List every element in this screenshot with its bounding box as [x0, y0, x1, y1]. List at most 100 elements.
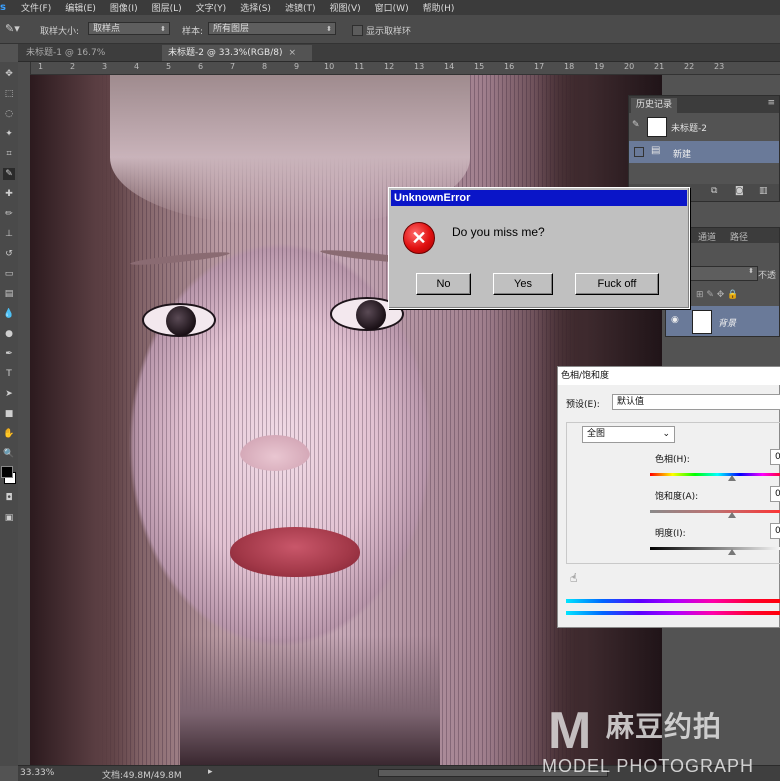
lock-icons[interactable]: ⊞ ✎ ✥ 🔒: [696, 290, 738, 300]
step-label: 新建: [673, 150, 692, 160]
camera-icon[interactable]: ◙: [735, 186, 744, 196]
iris: [166, 306, 196, 336]
tab-label: 未标题-2 @ 33.3%(RGB/8): [168, 48, 283, 58]
input-spectrum-bar: [566, 599, 780, 603]
path-select-tool-icon[interactable]: ➤: [3, 388, 15, 400]
output-spectrum-bar: [566, 611, 780, 615]
menu-help[interactable]: 帮助(H): [416, 1, 462, 14]
tab-paths[interactable]: 路径: [730, 230, 748, 243]
channel-value: 全图: [587, 429, 606, 439]
eyedropper-icon[interactable]: ✎▾: [5, 22, 20, 35]
fuck-off-button[interactable]: Fuck off: [575, 273, 659, 295]
eraser-tool-icon[interactable]: ▭: [3, 268, 15, 280]
menu-view[interactable]: 视图(V): [322, 1, 367, 14]
history-tabbar: 历史记录 ≡: [629, 96, 779, 113]
hue-label: 色相(H):: [655, 455, 690, 465]
menu-edit[interactable]: 编辑(E): [58, 1, 103, 14]
ruler-label: 17: [534, 62, 545, 71]
saturation-input[interactable]: 0: [770, 486, 780, 502]
history-brush-tool-icon[interactable]: ↺: [3, 248, 15, 260]
healing-brush-tool-icon[interactable]: ✚: [3, 188, 15, 200]
panel-menu-icon[interactable]: ≡: [767, 98, 775, 108]
hue-slider-thumb[interactable]: [728, 475, 736, 481]
quick-mask-icon[interactable]: ◘: [3, 492, 15, 504]
tab-document-1[interactable]: 未标题-1 @ 16.7%(RGB/8)×: [20, 45, 160, 74]
channel-select[interactable]: 全图 ⌄: [582, 426, 675, 443]
snapshot-thumbnail: [647, 117, 667, 137]
foreground-color-swatch[interactable]: [1, 466, 13, 478]
history-snapshot-row[interactable]: ✎ 未标题-2: [629, 115, 779, 137]
trash-icon[interactable]: ▥: [759, 186, 768, 196]
saturation-slider-thumb[interactable]: [728, 512, 736, 518]
tab-history[interactable]: 历史记录: [631, 98, 678, 113]
lightness-slider-thumb[interactable]: [728, 549, 736, 555]
ruler-label: 1: [38, 62, 44, 71]
lightness-input[interactable]: 0: [770, 523, 780, 539]
saturation-slider[interactable]: [650, 510, 780, 513]
history-checkbox[interactable]: [634, 147, 644, 157]
tab-document-2[interactable]: 未标题-2 @ 33.3%(RGB/8) ×: [162, 45, 312, 61]
marquee-tool-icon[interactable]: ⬚: [3, 88, 15, 100]
menu-type[interactable]: 文字(Y): [189, 1, 234, 14]
targeted-adjust-hand-icon[interactable]: ☝: [570, 571, 577, 585]
dialog-message: Do you miss me?: [452, 225, 545, 239]
lasso-tool-icon[interactable]: ◌: [3, 108, 15, 120]
sample-size-select[interactable]: 取样点 ⬍: [88, 22, 170, 35]
clone-stamp-tool-icon[interactable]: ⊥: [3, 228, 15, 240]
close-icon[interactable]: ×: [288, 48, 296, 58]
blur-tool-icon[interactable]: 💧: [3, 308, 15, 320]
neck-shadow: [180, 635, 440, 765]
lips: [230, 527, 360, 577]
menu-file[interactable]: 文件(F): [14, 1, 58, 14]
preset-select[interactable]: 默认值: [612, 394, 780, 410]
status-arrow-icon[interactable]: ▸: [208, 767, 213, 777]
chevron-down-icon: ⬍: [326, 25, 332, 33]
menu-select[interactable]: 选择(S): [233, 1, 278, 14]
menu-filter[interactable]: 滤镜(T): [278, 1, 323, 14]
menu-image[interactable]: 图像(I): [103, 1, 145, 14]
history-brush-source-icon[interactable]: ✎: [632, 120, 640, 130]
lightness-label: 明度(I):: [655, 529, 686, 539]
dialog-title[interactable]: 色相/饱和度: [558, 367, 780, 385]
brush-tool-icon[interactable]: ✏: [3, 208, 15, 220]
eyedropper-tool-icon[interactable]: ✎: [3, 168, 15, 180]
lightness-slider[interactable]: [650, 547, 780, 550]
hue-input[interactable]: 0: [770, 449, 780, 465]
watermark-chinese: 麻豆约拍: [606, 710, 723, 743]
type-tool-icon[interactable]: T: [3, 368, 15, 380]
yes-button[interactable]: Yes: [493, 273, 553, 295]
pen-tool-icon[interactable]: ✒: [3, 348, 15, 360]
app-logo: s: [0, 2, 6, 13]
show-ring-checkbox[interactable]: [352, 25, 363, 36]
layer-thumbnail: [692, 310, 712, 334]
zoom-level[interactable]: 33.33%: [20, 768, 54, 778]
ruler-label: 9: [294, 62, 300, 71]
sample-select[interactable]: 所有图层 ⬍: [208, 22, 336, 35]
hue-value: 0: [775, 452, 780, 462]
no-button[interactable]: No: [416, 273, 471, 295]
screen-mode-icon[interactable]: ▣: [3, 512, 15, 524]
new-document-icon[interactable]: ⧉: [711, 186, 717, 196]
crop-tool-icon[interactable]: ⌗: [3, 148, 15, 160]
hand-tool-icon[interactable]: ✋: [3, 428, 15, 440]
zoom-tool-icon[interactable]: 🔍: [3, 448, 15, 460]
tab-channels[interactable]: 通道: [698, 230, 716, 243]
eye-visibility-icon[interactable]: ◉: [671, 315, 679, 325]
shape-tool-icon[interactable]: ■: [3, 408, 15, 420]
move-tool-icon[interactable]: ✥: [3, 68, 15, 80]
gradient-tool-icon[interactable]: ▤: [3, 288, 15, 300]
ruler-label: 10: [324, 62, 335, 71]
menu-layer[interactable]: 图层(L): [145, 1, 189, 14]
history-step-row[interactable]: ▤ 新建: [629, 141, 779, 163]
error-x-icon: ✕: [403, 222, 435, 254]
quick-select-tool-icon[interactable]: ✦: [3, 128, 15, 140]
dodge-tool-icon[interactable]: ●: [3, 328, 15, 340]
hue-slider[interactable]: [650, 473, 780, 476]
menu-window[interactable]: 窗口(W): [368, 1, 416, 14]
ruler-label: 19: [594, 62, 605, 71]
document-tabs: 未标题-1 @ 16.7%(RGB/8)× 未标题-2 @ 33.3%(RGB/…: [18, 44, 780, 74]
blend-mode-select[interactable]: ⬍: [686, 266, 758, 281]
layer-row-background[interactable]: ◉ 背景: [666, 306, 779, 336]
dialog-title[interactable]: UnknownError: [391, 190, 687, 206]
ruler-label: 11: [354, 62, 365, 71]
